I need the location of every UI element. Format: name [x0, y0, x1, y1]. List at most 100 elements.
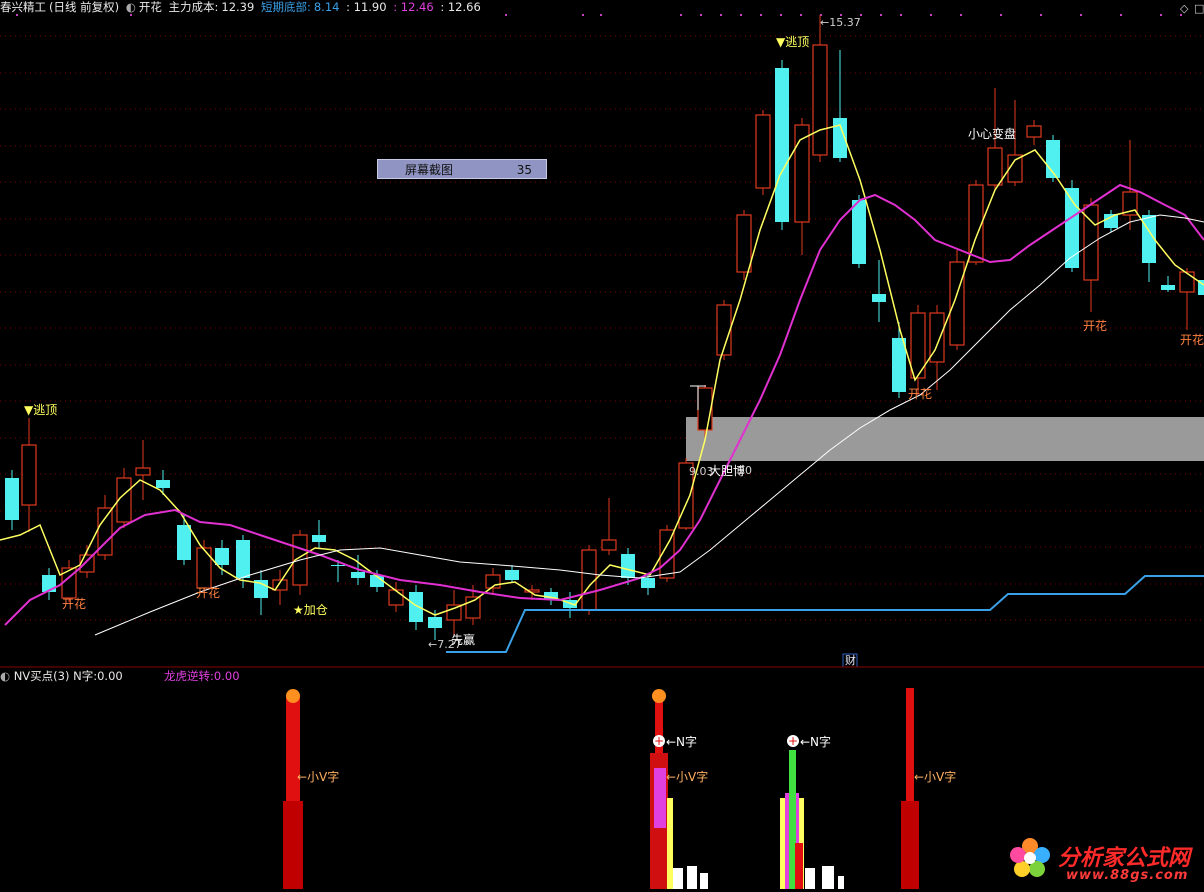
- candle-up: [601, 539, 617, 551]
- top-marker-dot: [1000, 14, 1002, 16]
- signal-bar: [789, 750, 796, 889]
- screenshot-tooltip: 屏幕截图 35: [377, 159, 547, 179]
- indicator-header: ◐ NV买点(3) N字:0.00 龙虎逆转:0.00: [0, 669, 240, 683]
- signal-bar: [667, 798, 673, 889]
- candle-up: [1026, 125, 1042, 138]
- top-marker-dot: [800, 14, 802, 16]
- add-position-label: ★加仓: [293, 603, 328, 617]
- top-marker-dot: [740, 14, 742, 16]
- chart-header: 春兴精工 (日线 前复权) ◐ 开花 主力成本: 12.39 短期底部: 8.14 : …: [0, 0, 484, 14]
- candle-up: [79, 554, 95, 573]
- dragon-value: 0.00: [213, 669, 240, 683]
- top-marker-dot: [130, 14, 132, 16]
- volume-bar: [822, 866, 834, 889]
- top-marker-dot: [900, 14, 902, 16]
- dragon-label: 龙虎逆转:: [164, 669, 214, 683]
- indicator-name[interactable]: 开花: [139, 0, 162, 14]
- escape-top-label: ▼逃顶: [776, 35, 809, 49]
- candle-down: [177, 525, 191, 560]
- volume-bar: [838, 876, 844, 889]
- candle-down: [156, 480, 170, 488]
- bloom-label: 开花: [62, 596, 86, 611]
- candle-down: [852, 200, 866, 264]
- signal-bar: [795, 843, 803, 889]
- indicator-toggle-icon[interactable]: ◐: [126, 0, 136, 14]
- signal-bar: [901, 801, 919, 889]
- top-marker-dot: [600, 14, 602, 16]
- bloom-label: 开花: [1083, 318, 1107, 333]
- top-marker-dot: [960, 14, 962, 16]
- bloom-label: 开花: [196, 585, 220, 600]
- volume-bar: [687, 866, 697, 889]
- n-value: 0.00: [97, 669, 123, 683]
- top-marker-dot: [780, 14, 782, 16]
- top-marker-dot: [1040, 14, 1042, 16]
- candle-up: [446, 604, 462, 621]
- candle-up: [736, 214, 752, 273]
- top-marker-dot: [1160, 14, 1162, 16]
- candle-down: [428, 617, 442, 628]
- plus-signal-icon: +: [654, 734, 664, 748]
- escape-top-label: ▼逃顶: [24, 403, 57, 417]
- top-marker-dot: [582, 14, 584, 16]
- candle-up: [196, 547, 212, 589]
- n-char-label: ←N字: [800, 734, 831, 749]
- candle-up: [812, 44, 828, 156]
- volume-bar: [673, 868, 683, 889]
- candle-up: [21, 444, 37, 506]
- low-price-label: ←7.27: [428, 638, 462, 651]
- top-marker-dot: [16, 14, 18, 16]
- candle-down: [641, 578, 655, 588]
- candle-down: [215, 548, 229, 565]
- top-marker-dot: [1120, 14, 1122, 16]
- top-marker-dot: [720, 14, 722, 16]
- candle-up: [949, 261, 965, 346]
- top-marker-dot: [880, 14, 882, 16]
- value-3: : 11.90: [346, 0, 387, 14]
- top-marker-dot: [930, 14, 932, 16]
- caution-label: 小心变盘: [968, 126, 1016, 141]
- candle-down: [409, 592, 423, 622]
- resistance-zone: [686, 417, 1204, 461]
- candle-up: [388, 589, 404, 606]
- up-signal-icon: [286, 689, 300, 703]
- candle-up: [755, 114, 771, 189]
- candle-down: [331, 565, 345, 566]
- price-label: 9.03: [689, 465, 714, 478]
- candle-up: [1179, 271, 1195, 293]
- main-cost-value: 12.39: [221, 0, 255, 14]
- tooltip-value: 35: [516, 163, 532, 177]
- candle-down: [351, 572, 365, 578]
- signal-bar: [654, 768, 666, 828]
- top-marker-dot: [680, 14, 682, 16]
- top-marker-dot: [760, 14, 762, 16]
- candle-down: [872, 294, 886, 302]
- n-label: N字:: [73, 669, 98, 683]
- candle-down: [312, 535, 326, 542]
- small-v-label: ←小V字: [914, 769, 956, 784]
- candle-up: [135, 467, 151, 476]
- candle-up: [697, 387, 713, 431]
- candle-down: [621, 554, 635, 578]
- small-v-label: ←小V字: [297, 769, 339, 784]
- top-marker-dot: [505, 14, 507, 16]
- plus-signal-icon: +: [788, 734, 798, 748]
- indicator-toggle-icon[interactable]: ◐: [0, 669, 10, 683]
- nv-title[interactable]: NV买点(3): [14, 669, 70, 683]
- candlestick-chart[interactable]: ▼逃顶▼逃顶开花开花★加仓先赢大胆博开花小心变盘开花开花财←15.37←7.27…: [0, 0, 1204, 668]
- chart-mode: (日线 前复权): [49, 0, 120, 14]
- short-bottom-value: 8.14: [313, 0, 340, 14]
- top-marker-dot: [1080, 14, 1082, 16]
- bloom-label: 开花: [908, 386, 932, 401]
- price-chart-panel[interactable]: ▼逃顶 ▼逃顶 开花 开花 ★加仓 先赢 大胆博 开花 小心变盘 开花 开花财 ←15.37 ←7.27…: [0, 0, 1204, 668]
- candle-up: [987, 147, 1003, 186]
- finance-flag-label: 财: [845, 653, 856, 667]
- high-price-label: ←15.37: [820, 16, 861, 29]
- candle-down: [775, 68, 789, 222]
- candle-down: [1161, 285, 1175, 290]
- support-step-line: [446, 575, 1204, 653]
- watermark-logo: 分析家公式网 www.88gs.com: [1004, 832, 1204, 889]
- square-icon: □: [1194, 2, 1204, 15]
- watermark-url: www.88gs.com: [1066, 868, 1189, 883]
- diamond-icon: ◇: [1180, 2, 1189, 15]
